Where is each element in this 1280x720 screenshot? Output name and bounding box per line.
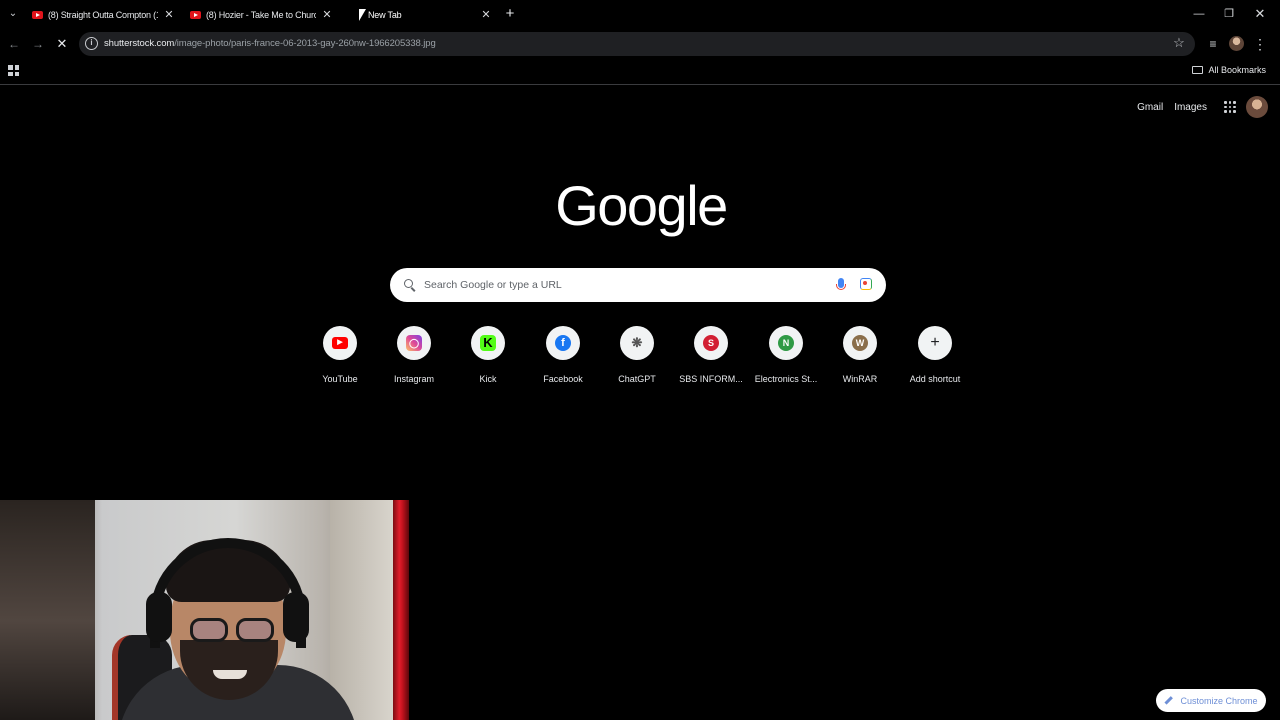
- tab-hozier[interactable]: (8) Hozier - Take Me to Church ✕: [184, 4, 340, 26]
- url-host: shutterstock.com: [104, 38, 175, 49]
- tab-close-icon[interactable]: ✕: [162, 8, 176, 22]
- winrar-icon: W: [852, 335, 868, 351]
- bookmark-star-icon[interactable]: ☆: [1171, 35, 1187, 51]
- tab-straight-outta-compton[interactable]: (8) Straight Outta Compton (19 ✕: [26, 4, 182, 26]
- shortcut-icon-tile: ▶: [323, 326, 357, 360]
- ntp-top-links: Gmail Images: [1137, 96, 1268, 118]
- shortcut-label: Kick: [479, 374, 497, 384]
- shortcut-youtube[interactable]: ▶ YouTube: [303, 324, 377, 390]
- tab-strip: ⌄ (8) Straight Outta Compton (19 ✕ (8) H…: [0, 0, 1280, 29]
- shortcut-label: ChatGPT: [618, 374, 656, 384]
- electronics-icon: N: [778, 335, 794, 351]
- customize-chrome-label: Customize Chrome: [1180, 695, 1258, 706]
- customize-chrome-button[interactable]: Customize Chrome: [1156, 689, 1266, 712]
- chatgpt-icon: ❋: [631, 335, 643, 350]
- site-info-icon[interactable]: i: [85, 37, 98, 50]
- shortcut-electronics[interactable]: N Electronics St...: [749, 324, 823, 390]
- stop-loading-icon[interactable]: ✕: [54, 36, 70, 52]
- shortcut-icon-tile: N: [769, 326, 803, 360]
- shortcut-sbs[interactable]: S SBS INFORM...: [674, 324, 748, 390]
- shortcut-icon-tile: S: [694, 326, 728, 360]
- profile-avatar[interactable]: [1229, 36, 1244, 51]
- shortcut-label: Instagram: [393, 374, 435, 384]
- tab-new-tab[interactable]: New Tab ✕: [357, 4, 499, 26]
- webcam-frame-accent: [393, 500, 409, 720]
- minimize-icon[interactable]: —: [1190, 6, 1208, 22]
- gmail-link[interactable]: Gmail: [1137, 102, 1163, 113]
- shortcut-label: WinRAR: [842, 374, 878, 384]
- restore-icon[interactable]: ❐: [1220, 6, 1238, 22]
- tab-title: (8) Straight Outta Compton (19: [48, 10, 158, 20]
- youtube-icon: [32, 11, 43, 19]
- shortcut-winrar[interactable]: W WinRAR: [823, 324, 897, 390]
- close-window-icon[interactable]: ✕: [1251, 6, 1269, 22]
- shortcut-label: YouTube: [322, 374, 358, 384]
- shortcut-icon-tile: f: [546, 326, 580, 360]
- address-bar[interactable]: i shutterstock.com/image-photo/paris-fra…: [79, 32, 1195, 56]
- toolbar: ← → ✕ i shutterstock.com/image-photo/par…: [0, 29, 1280, 59]
- webcam-overlay: [0, 500, 393, 720]
- shortcut-icon-tile: W: [843, 326, 877, 360]
- plus-icon: +: [930, 334, 940, 351]
- tab-title: New Tab: [368, 10, 402, 20]
- shortcut-kick[interactable]: K Kick: [451, 324, 525, 390]
- images-link[interactable]: Images: [1174, 102, 1207, 113]
- kick-icon: K: [480, 335, 496, 351]
- shortcut-add[interactable]: + Add shortcut: [898, 324, 972, 390]
- mouse-cursor-icon: [359, 9, 366, 21]
- menu-dots-icon[interactable]: ⋮: [1252, 36, 1268, 52]
- new-tab-plus-icon[interactable]: +: [502, 6, 518, 22]
- tab-search-chevron-icon[interactable]: ⌄: [5, 7, 21, 21]
- shortcut-label: SBS INFORM...: [679, 374, 743, 384]
- shortcuts-grid: ▶ YouTube ◯ Instagram K Kick f Facebook …: [303, 324, 973, 394]
- search-box[interactable]: [390, 268, 886, 302]
- folder-icon: [1192, 66, 1204, 74]
- shortcut-label: Electronics St...: [754, 374, 818, 384]
- account-avatar[interactable]: [1246, 96, 1268, 118]
- all-bookmarks-button[interactable]: All Bookmarks: [1192, 65, 1266, 75]
- shortcut-chatgpt[interactable]: ❋ ChatGPT: [600, 324, 674, 390]
- search-icon: [404, 279, 413, 288]
- voice-search-mic-icon[interactable]: [836, 278, 846, 290]
- glasses: [190, 618, 276, 644]
- media-queue-icon[interactable]: ≡: [1205, 36, 1221, 52]
- pencil-icon: [1164, 696, 1174, 705]
- search-input[interactable]: [424, 276, 804, 294]
- shortcut-icon-tile: K: [471, 326, 505, 360]
- youtube-icon: [190, 11, 201, 19]
- apps-grid-icon[interactable]: [8, 65, 19, 76]
- shortcut-instagram[interactable]: ◯ Instagram: [377, 324, 451, 390]
- google-apps-icon[interactable]: [1224, 101, 1236, 113]
- url-path: /image-photo/paris-france-06-2013-gay-26…: [174, 38, 436, 49]
- address-url[interactable]: shutterstock.com/image-photo/paris-franc…: [104, 38, 436, 49]
- all-bookmarks-label: All Bookmarks: [1208, 65, 1266, 75]
- facebook-icon: f: [555, 335, 571, 351]
- tab-close-icon[interactable]: ✕: [479, 8, 493, 22]
- back-arrow-icon[interactable]: ←: [6, 36, 22, 52]
- shortcut-icon-tile: +: [918, 326, 952, 360]
- tab-title: (8) Hozier - Take Me to Church: [206, 10, 316, 20]
- tab-close-icon[interactable]: ✕: [320, 8, 334, 22]
- shortcut-icon-tile: ❋: [620, 326, 654, 360]
- sbs-icon: S: [703, 335, 719, 351]
- shortcut-label: Add shortcut: [909, 374, 961, 384]
- forward-arrow-icon[interactable]: →: [30, 36, 46, 52]
- youtube-icon: ▶: [332, 337, 348, 349]
- bookmarks-bar: All Bookmarks: [0, 59, 1280, 85]
- google-lens-icon[interactable]: [860, 278, 872, 290]
- google-logo: Google: [555, 174, 728, 237]
- shortcut-facebook[interactable]: f Facebook: [526, 324, 600, 390]
- shortcut-label: Facebook: [543, 374, 583, 384]
- shortcut-icon-tile: ◯: [397, 326, 431, 360]
- instagram-icon: ◯: [406, 335, 422, 351]
